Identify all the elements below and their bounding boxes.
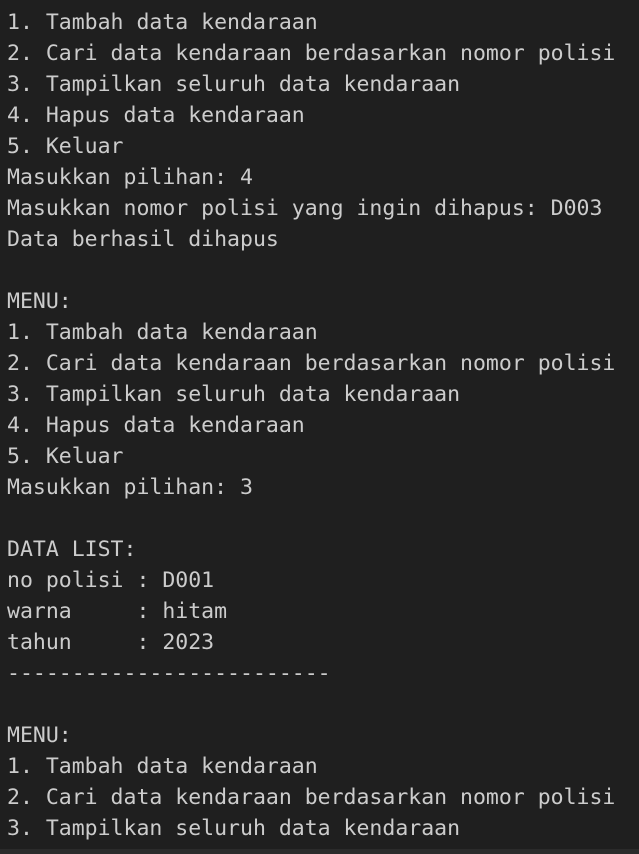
terminal-line: DATA LIST: — [7, 537, 137, 562]
terminal-line: 2. Cari data kendaraan berdasarkan nomor… — [7, 785, 616, 810]
terminal-line: 3. Tampilkan seluruh data kendaraan — [7, 816, 461, 841]
terminal-line: MENU: — [7, 289, 72, 314]
terminal-line: 2. Cari data kendaraan berdasarkan nomor… — [7, 41, 616, 66]
terminal-line: ------------------------- — [7, 661, 331, 686]
terminal-line: 5. Keluar — [7, 134, 124, 159]
terminal-line: 4. Hapus data kendaraan — [7, 103, 305, 128]
terminal-line: 5. Keluar — [7, 444, 124, 469]
terminal-line: Masukkan pilihan: 3 — [7, 475, 253, 500]
terminal-line: no polisi : D001 — [7, 568, 215, 593]
terminal-line: 3. Tampilkan seluruh data kendaraan — [7, 72, 461, 97]
terminal-line: Data berhasil dihapus — [7, 227, 279, 252]
terminal-line: 3. Tampilkan seluruh data kendaraan — [7, 382, 461, 407]
terminal-line: 1. Tambah data kendaraan — [7, 10, 318, 35]
terminal-line: Masukkan pilihan: 4 — [7, 165, 253, 190]
terminal-line: tahun : 2023 — [7, 630, 215, 655]
terminal-output[interactable]: 1. Tambah data kendaraan 2. Cari data ke… — [0, 0, 639, 854]
terminal-line: warna : hitam — [7, 599, 228, 624]
terminal-line: Masukkan nomor polisi yang ingin dihapus… — [7, 196, 603, 221]
terminal-line: MENU: — [7, 723, 72, 748]
terminal-line: 2. Cari data kendaraan berdasarkan nomor… — [7, 351, 616, 376]
terminal-bottom-edge — [0, 849, 639, 854]
terminal-line: 4. Hapus data kendaraan — [7, 413, 305, 438]
terminal-line: 1. Tambah data kendaraan — [7, 754, 318, 779]
terminal-line: 1. Tambah data kendaraan — [7, 320, 318, 345]
